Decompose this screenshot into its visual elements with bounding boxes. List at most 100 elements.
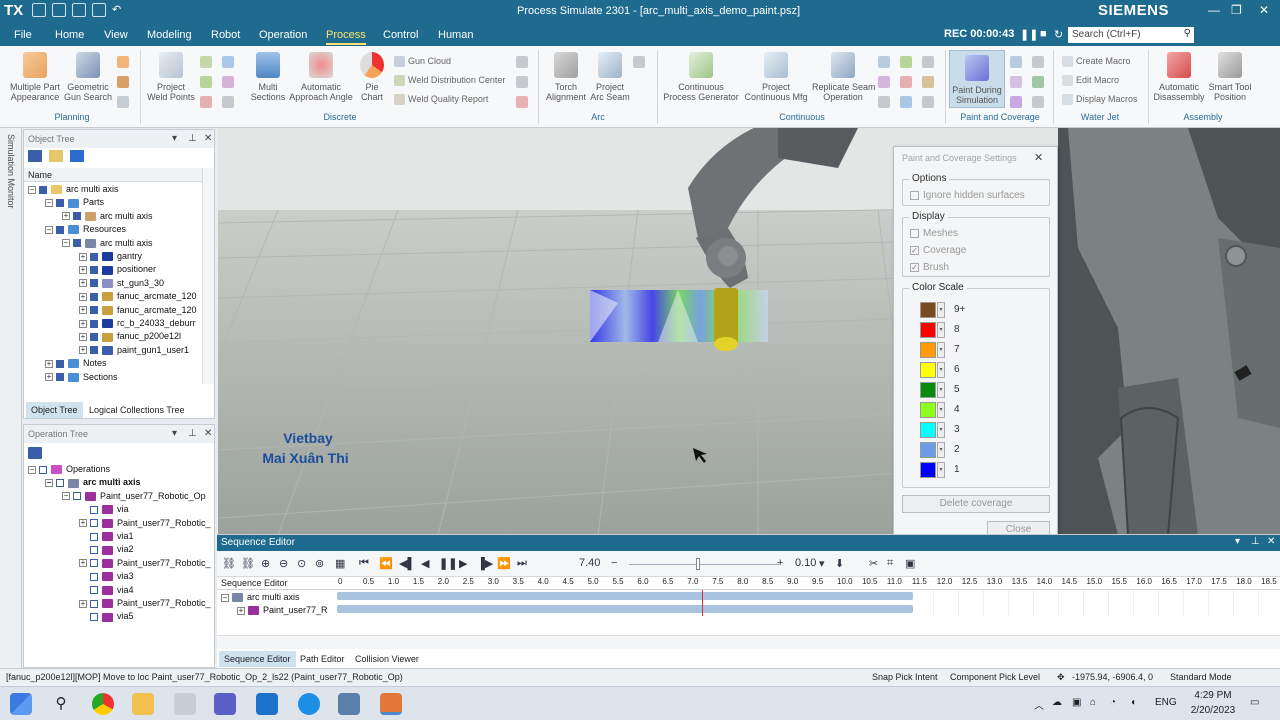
language-indicator[interactable]: ENG (1155, 697, 1177, 708)
component-pick-level[interactable]: Component Pick Level (950, 672, 1040, 682)
operation-row[interactable]: via5 (79, 611, 134, 624)
expand-icon[interactable]: + (79, 252, 87, 261)
display-macros-button[interactable]: Display Macros (1062, 94, 1138, 106)
tree-scrollbar[interactable] (202, 168, 214, 384)
color-swatch[interactable] (920, 362, 936, 378)
planning-tool-icon[interactable] (117, 56, 129, 68)
multi-sections-button[interactable]: Multi Sections (247, 52, 289, 102)
operation-checkbox[interactable] (90, 613, 98, 622)
color-swatch[interactable] (920, 422, 936, 438)
visibility-checkbox[interactable] (90, 333, 98, 342)
weld-tool-icon[interactable] (222, 76, 234, 88)
marker-icon[interactable]: ⬇ (835, 557, 844, 570)
visibility-checkbox[interactable] (39, 185, 47, 194)
menu-process[interactable]: Process (326, 29, 366, 45)
menu-file[interactable]: File (14, 29, 32, 41)
process-simulate-icon[interactable] (380, 693, 402, 715)
visibility-checkbox[interactable] (56, 373, 64, 382)
weld-tool-icon[interactable] (222, 96, 234, 108)
tree-row[interactable]: + fanuc_arcmate_120 (79, 291, 197, 304)
collision-icon[interactable]: ✂ (869, 557, 878, 570)
gantt-bar[interactable] (337, 605, 913, 613)
operation-checkbox[interactable] (90, 586, 98, 595)
close-panel-icon[interactable]: ✕ (1267, 536, 1275, 547)
visibility-checkbox[interactable] (73, 239, 81, 248)
operation-row[interactable]: − Paint_user77_Robotic_Op (62, 491, 206, 504)
expand-icon[interactable]: + (79, 306, 87, 315)
jump-start-icon[interactable]: ⏮ (359, 557, 369, 570)
zoom-out-icon[interactable]: ⊖ (279, 557, 288, 570)
expand-icon[interactable]: + (79, 266, 87, 275)
geometric-gun-search-button[interactable]: Geometric Gun Search (62, 52, 114, 102)
collapse-icon[interactable]: − (62, 239, 70, 248)
operation-checkbox[interactable] (90, 532, 98, 541)
chrome-icon[interactable] (92, 693, 114, 715)
jump-end-icon[interactable]: ⏭ (517, 557, 527, 570)
menu-robot[interactable]: Robot (211, 29, 240, 41)
automatic-disassembly-button[interactable]: Automatic Disassembly (1152, 52, 1206, 102)
close-window-button[interactable]: ✕ (1259, 3, 1269, 17)
timeline-hscrollbar[interactable] (337, 635, 1280, 649)
tab-path-editor[interactable]: Path Editor (295, 651, 350, 667)
snap-pick-intent[interactable]: Snap Pick Intent (872, 672, 938, 682)
visibility-checkbox[interactable] (56, 359, 64, 368)
color-dropdown-icon[interactable]: ▾ (937, 382, 945, 398)
tree-column-header[interactable]: Name (24, 168, 202, 182)
pause-record-icon[interactable]: ❚❚ (1020, 28, 1038, 41)
close-panel-icon[interactable]: ✕ (204, 133, 212, 144)
tree-row[interactable]: + Notes (45, 358, 107, 371)
continuous-tool-icon[interactable] (900, 76, 912, 88)
3d-viewport[interactable]: Vietbay Mai Xuân Thi (218, 128, 1280, 535)
notifications-icon[interactable]: ▭ (1250, 697, 1259, 708)
expand-icon[interactable]: + (79, 559, 87, 568)
color-swatch[interactable] (920, 382, 936, 398)
collapse-icon[interactable]: − (45, 225, 53, 234)
tree-row[interactable]: + rc_b_24033_deburr (79, 318, 196, 331)
project-arc-seam-button[interactable]: Project Arc Seam (589, 52, 631, 102)
new-folder-icon[interactable] (49, 150, 64, 163)
visibility-checkbox[interactable] (90, 292, 98, 301)
tab-collision-viewer[interactable]: Collision Viewer (350, 651, 424, 667)
collapse-icon[interactable]: − (28, 465, 36, 474)
collapse-icon[interactable]: − (45, 479, 53, 488)
onedrive-icon[interactable]: ☁ (1052, 697, 1062, 708)
play-backward-icon[interactable]: ◀ (421, 557, 429, 570)
start-icon[interactable] (10, 693, 32, 715)
tree-filter-icon[interactable] (28, 150, 42, 163)
collapse-icon[interactable]: − (62, 492, 70, 501)
search-input[interactable]: Search (Ctrl+F) ⚲ (1068, 27, 1194, 43)
project-continuous-mfg-button[interactable]: Project Continuous Mfg (740, 52, 812, 102)
simulation-monitor-strip[interactable] (0, 128, 22, 668)
menu-human[interactable]: Human (438, 29, 473, 41)
expand-icon[interactable]: + (79, 279, 87, 288)
visibility-checkbox[interactable] (73, 212, 81, 221)
coverage-checkbox[interactable]: ✓ Coverage (910, 245, 966, 256)
file-explorer-icon[interactable] (132, 693, 154, 715)
color-swatch[interactable] (920, 402, 936, 418)
dialog-close-icon[interactable]: ✕ (1034, 151, 1043, 164)
panel-menu-icon[interactable]: ▾ (1235, 536, 1240, 547)
operation-row[interactable]: via1 (79, 531, 134, 544)
expand-icon[interactable]: + (79, 333, 87, 342)
volume-icon[interactable]: ◖ (1130, 697, 1136, 708)
network-icon[interactable]: ⌂ (1090, 697, 1096, 708)
paint-tool-icon[interactable] (1032, 56, 1044, 68)
operation-row[interactable]: + Paint_user77_Robotic_ (79, 598, 211, 611)
weld-tool-icon[interactable] (200, 56, 212, 68)
operation-row[interactable]: via2 (79, 544, 134, 557)
planning-tool-icon[interactable] (117, 76, 129, 88)
color-dropdown-icon[interactable]: ▾ (937, 422, 945, 438)
continuous-tool-icon[interactable] (900, 56, 912, 68)
sequence-column-header[interactable]: Sequence Editor (217, 577, 337, 590)
paint-tool-icon[interactable] (1010, 96, 1022, 108)
continuous-tool-icon[interactable] (922, 96, 934, 108)
operation-checkbox[interactable] (90, 599, 98, 608)
tree-hscrollbar[interactable] (217, 635, 337, 649)
collapse-icon[interactable]: − (221, 593, 229, 602)
paint-tool-icon[interactable] (1032, 76, 1044, 88)
app-window-icon[interactable] (338, 693, 360, 715)
visibility-checkbox[interactable] (90, 319, 98, 328)
gun-cloud-button[interactable]: Gun Cloud (394, 56, 451, 68)
play-icon[interactable]: ▶ (459, 557, 467, 570)
pie-chart-button[interactable]: Pie Chart (354, 52, 390, 102)
